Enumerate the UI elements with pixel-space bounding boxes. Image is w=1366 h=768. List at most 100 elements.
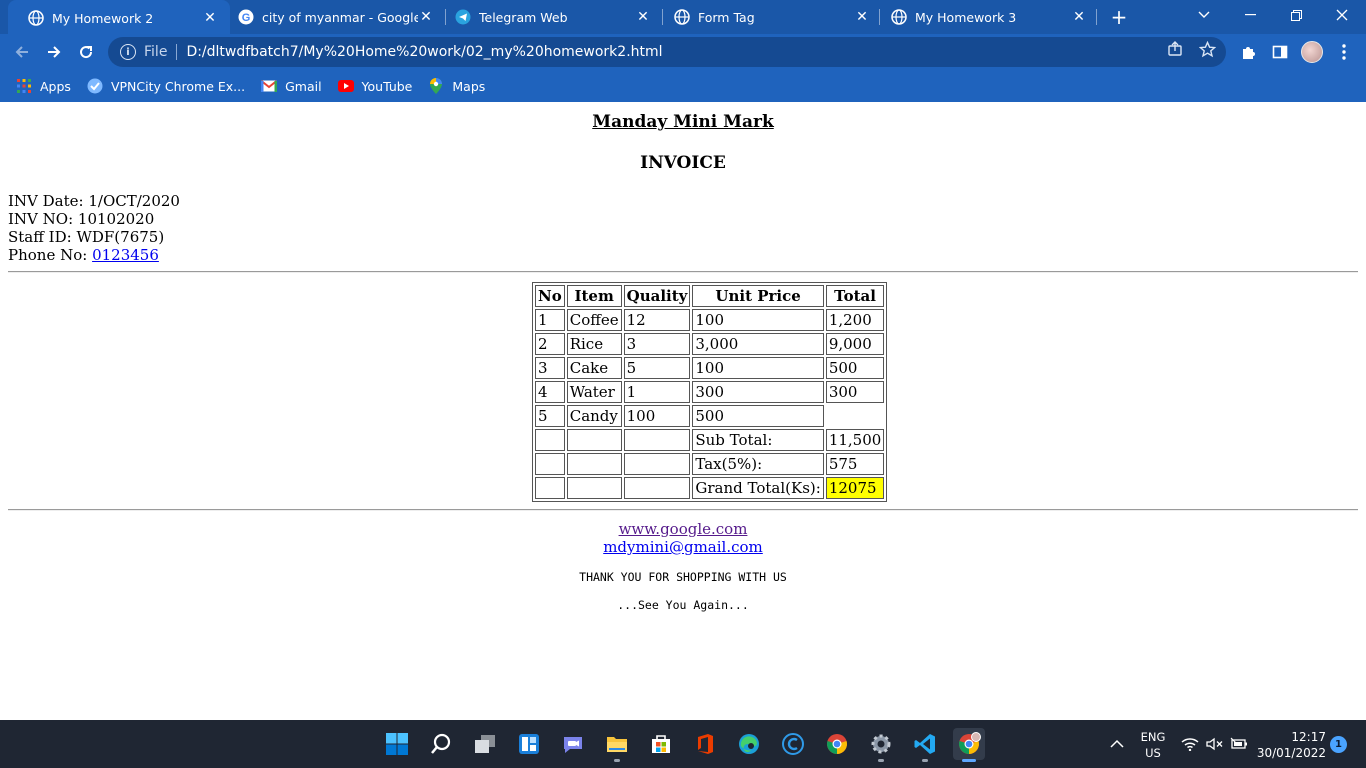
tab-city-of-myanmar[interactable]: G city of myanmar - Google Se ✕	[218, 0, 446, 34]
vscode-icon	[914, 734, 935, 754]
phone-link[interactable]: 0123456	[92, 246, 159, 264]
website-link[interactable]: www.google.com	[0, 520, 1366, 538]
start-button[interactable]	[381, 728, 413, 760]
bookmark-youtube[interactable]: YouTube	[337, 78, 413, 94]
tab-my-homework-3[interactable]: My Homework 3 ✕	[871, 0, 1099, 34]
extensions-puzzle-icon[interactable]	[1236, 40, 1260, 64]
new-tab-button[interactable]: +	[1107, 5, 1131, 29]
reload-button[interactable]	[72, 38, 100, 66]
share-icon[interactable]	[1167, 41, 1183, 61]
maps-icon	[428, 78, 444, 94]
edge-button[interactable]	[733, 728, 765, 760]
tab-my-homework-2[interactable]: My Homework 2 ✕	[8, 0, 230, 36]
tab-title: Telegram Web	[479, 9, 568, 25]
profile-avatar[interactable]	[1301, 41, 1323, 63]
tax-label: Tax(5%):	[692, 453, 824, 475]
globe-icon	[28, 10, 44, 26]
divider-top	[8, 271, 1358, 273]
bookmark-label: YouTube	[361, 78, 413, 94]
region-code: US	[1145, 746, 1161, 760]
notification-badge[interactable]: 1	[1330, 736, 1347, 753]
forward-button[interactable]	[40, 38, 68, 66]
header-item: Item	[566, 285, 622, 307]
input-language-indicator[interactable]: ENG US	[1138, 729, 1168, 761]
close-tab-icon[interactable]: ✕	[202, 10, 218, 26]
bookmark-maps[interactable]: Maps	[428, 78, 485, 94]
address-separator	[176, 44, 178, 60]
chat-button[interactable]	[557, 728, 589, 760]
table-row: 5 Candy 100 500	[535, 405, 884, 427]
info-icon[interactable]: i	[120, 44, 136, 60]
email-link[interactable]: mdymini@gmail.com	[0, 538, 1366, 556]
youtube-icon	[337, 78, 354, 94]
side-panel-icon[interactable]	[1268, 40, 1292, 64]
chevron-down-icon	[1198, 11, 1210, 18]
close-tab-icon[interactable]: ✕	[854, 9, 870, 25]
taskbar: ENG US 12:17 30/01/2022	[0, 720, 1366, 768]
arrow-left-icon	[15, 46, 28, 58]
apps-grid-icon	[16, 78, 32, 94]
widgets-icon	[519, 734, 539, 754]
vpncity-icon	[87, 78, 103, 94]
tab-telegram-web[interactable]: Telegram Web ✕	[435, 0, 663, 34]
empty-cell	[566, 453, 622, 475]
bookmark-apps[interactable]: Apps	[16, 78, 71, 94]
cell-no: 4	[535, 381, 565, 403]
cell-no: 2	[535, 333, 565, 355]
invoice-number-line: INV NO: 10102020	[8, 210, 180, 228]
ccleaner-button[interactable]	[777, 728, 809, 760]
wifi-status[interactable]	[1181, 720, 1199, 768]
volume-status[interactable]	[1206, 720, 1224, 768]
tax-row: Tax(5%): 575	[535, 453, 885, 475]
globe-icon	[891, 9, 907, 25]
running-indicator	[878, 759, 884, 762]
bookmark-gmail[interactable]: Gmail	[261, 78, 322, 94]
chrome-profile-button[interactable]	[953, 728, 985, 762]
empty-cell	[535, 477, 565, 499]
reload-icon	[80, 46, 93, 59]
tab-strip: My Homework 2 ✕ G city of myanmar - Goog…	[0, 0, 1366, 36]
menu-kebab-icon[interactable]	[1332, 40, 1356, 64]
running-indicator	[922, 759, 928, 762]
bookmark-star-icon[interactable]	[1198, 40, 1217, 62]
windows-start-icon	[386, 733, 408, 755]
close-tab-icon[interactable]: ✕	[418, 9, 434, 25]
chrome-button[interactable]	[821, 728, 853, 760]
cell-total: 300	[825, 381, 885, 403]
browser-toolbar: i File D:/dltwdfbatch7/My%20Home%20work/…	[0, 34, 1366, 70]
taskbar-search-button[interactable]	[425, 728, 457, 760]
close-tab-icon[interactable]: ✕	[1071, 9, 1087, 25]
minimize-button[interactable]	[1227, 0, 1273, 30]
close-tab-icon[interactable]: ✕	[635, 9, 651, 25]
back-button[interactable]	[8, 38, 36, 66]
invoice-date: 1/OCT/2020	[88, 192, 180, 210]
table-row: 1 Coffee 12 100 1,200	[535, 309, 885, 331]
table-row: 2 Rice 3 3,000 9,000	[535, 333, 885, 355]
vscode-button[interactable]	[909, 728, 941, 762]
invoice-table: No Item Quality Unit Price Total 1 Coffe…	[532, 282, 888, 502]
show-hidden-icons-button[interactable]	[1110, 720, 1124, 768]
restore-button[interactable]	[1273, 0, 1319, 30]
tab-search-button[interactable]	[1181, 0, 1227, 30]
microsoft-store-icon	[652, 735, 670, 753]
task-view-button[interactable]	[469, 728, 501, 760]
edge-icon	[739, 734, 759, 754]
address-bar[interactable]: i File D:/dltwdfbatch7/My%20Home%20work/…	[108, 37, 1226, 67]
table-header-row: No Item Quality Unit Price Total	[535, 285, 885, 307]
cell-quality: 100	[623, 405, 691, 427]
settings-button[interactable]	[865, 728, 897, 762]
svg-text:G: G	[242, 12, 251, 24]
microsoft-store-button[interactable]	[645, 728, 677, 760]
bookmark-vpncity[interactable]: VPNCity Chrome Ex...	[87, 78, 245, 94]
active-indicator	[962, 759, 976, 762]
widgets-button[interactable]	[513, 728, 545, 760]
phone-line: Phone No: 0123456	[8, 246, 180, 264]
cell-total: 500	[825, 357, 885, 379]
system-clock[interactable]: 12:17 30/01/2022	[1256, 729, 1326, 761]
tab-form-tag[interactable]: Form Tag ✕	[654, 0, 882, 34]
battery-status[interactable]	[1230, 720, 1248, 768]
file-explorer-button[interactable]	[601, 728, 633, 762]
office-button[interactable]	[689, 728, 721, 760]
header-quality: Quality	[623, 285, 691, 307]
window-close-button[interactable]	[1319, 0, 1365, 30]
